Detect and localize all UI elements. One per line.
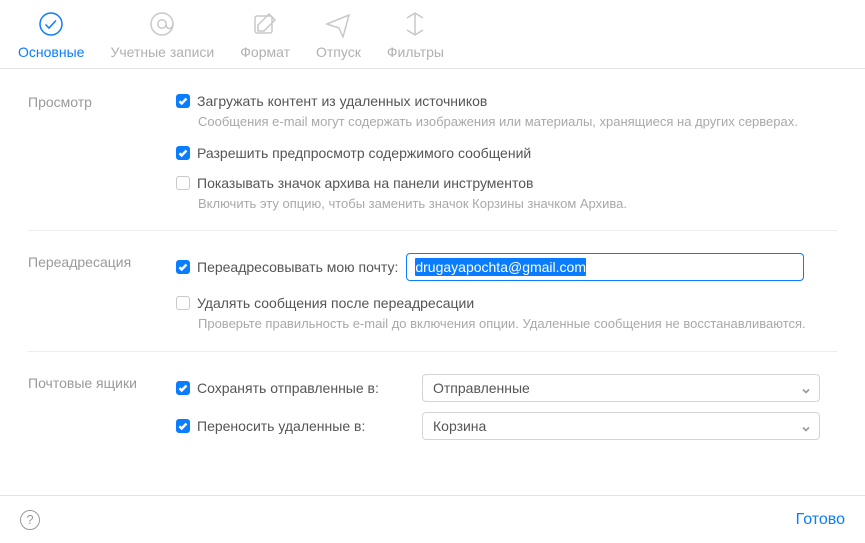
checkmark-icon bbox=[176, 296, 190, 310]
section-title: Почтовые ящики bbox=[28, 374, 176, 450]
checkbox-label: Показывать значок архива на панели инстр… bbox=[197, 175, 533, 191]
compose-icon bbox=[251, 10, 279, 38]
checkbox-label: Разрешить предпросмотр содержимого сообщ… bbox=[197, 145, 531, 161]
footer-bar: ? Готово bbox=[0, 495, 865, 543]
filters-icon bbox=[401, 10, 429, 38]
checkmark-icon bbox=[176, 419, 190, 433]
checkmark-icon bbox=[176, 260, 190, 274]
select-sent-folder[interactable]: Отправленные bbox=[422, 374, 820, 402]
checkbox-move-deleted[interactable]: Переносить удаленные в: bbox=[176, 418, 414, 434]
checkbox-label: Удалять сообщения после переадресации bbox=[197, 295, 474, 311]
checkbox-allow-preview[interactable]: Разрешить предпросмотр содержимого сообщ… bbox=[176, 145, 531, 161]
done-button[interactable]: Готово bbox=[796, 511, 845, 529]
tab-label: Отпуск bbox=[316, 44, 361, 60]
preferences-toolbar: Основные Учетные записи Формат Отпуск Фи… bbox=[0, 0, 865, 69]
checkmark-icon bbox=[176, 146, 190, 160]
section-title: Переадресация bbox=[28, 253, 176, 333]
help-icon[interactable]: ? bbox=[20, 510, 40, 530]
checkbox-label: Переадресовывать мою почту: bbox=[197, 259, 398, 275]
checkmark-icon bbox=[176, 94, 190, 108]
tab-vacation[interactable]: Отпуск bbox=[316, 10, 361, 60]
checkbox-label: Загружать контент из удаленных источнико… bbox=[197, 93, 487, 109]
tab-label: Фильтры bbox=[387, 44, 444, 60]
checkmark-icon bbox=[176, 381, 190, 395]
chevron-down-icon bbox=[801, 421, 811, 431]
section-title: Просмотр bbox=[28, 93, 176, 212]
tab-general[interactable]: Основные bbox=[18, 10, 84, 60]
section-mailboxes: Почтовые ящики Сохранять отправленные в:… bbox=[28, 351, 837, 450]
tab-format[interactable]: Формат bbox=[240, 10, 290, 60]
tab-label: Учетные записи bbox=[110, 44, 214, 60]
select-value: Отправленные bbox=[433, 380, 530, 396]
tab-accounts[interactable]: Учетные записи bbox=[110, 10, 214, 60]
checkmark-icon bbox=[176, 176, 190, 190]
airplane-icon bbox=[324, 10, 352, 38]
chevron-down-icon bbox=[801, 383, 811, 393]
checkbox-save-sent[interactable]: Сохранять отправленные в: bbox=[176, 380, 414, 396]
preferences-content: Просмотр Загружать контент из удаленных … bbox=[0, 69, 865, 450]
select-deleted-folder[interactable]: Корзина bbox=[422, 412, 820, 440]
checkbox-delete-after-forward[interactable]: Удалять сообщения после переадресации bbox=[176, 295, 474, 311]
forward-email-field[interactable]: drugayapochta@gmail.com bbox=[406, 253, 804, 281]
check-circle-icon bbox=[37, 10, 65, 38]
forward-email-value: drugayapochta@gmail.com bbox=[415, 258, 586, 276]
hint-text: Проверьте правильность e-mail до включен… bbox=[198, 315, 837, 333]
section-forwarding: Переадресация Переадресовывать мою почту… bbox=[28, 230, 837, 333]
checkbox-show-archive[interactable]: Показывать значок архива на панели инстр… bbox=[176, 175, 533, 191]
tab-label: Формат bbox=[240, 44, 290, 60]
tab-filters[interactable]: Фильтры bbox=[387, 10, 444, 60]
checkbox-label: Переносить удаленные в: bbox=[197, 418, 365, 434]
select-value: Корзина bbox=[433, 418, 486, 434]
checkbox-load-remote[interactable]: Загружать контент из удаленных источнико… bbox=[176, 93, 487, 109]
section-viewing: Просмотр Загружать контент из удаленных … bbox=[28, 93, 837, 212]
checkbox-label: Сохранять отправленные в: bbox=[197, 380, 379, 396]
hint-text: Сообщения e-mail могут содержать изображ… bbox=[198, 113, 837, 131]
at-sign-icon bbox=[148, 10, 176, 38]
checkbox-forward-mail[interactable]: Переадресовывать мою почту: bbox=[176, 259, 398, 275]
hint-text: Включить эту опцию, чтобы заменить значо… bbox=[198, 195, 837, 213]
tab-label: Основные bbox=[18, 44, 84, 60]
